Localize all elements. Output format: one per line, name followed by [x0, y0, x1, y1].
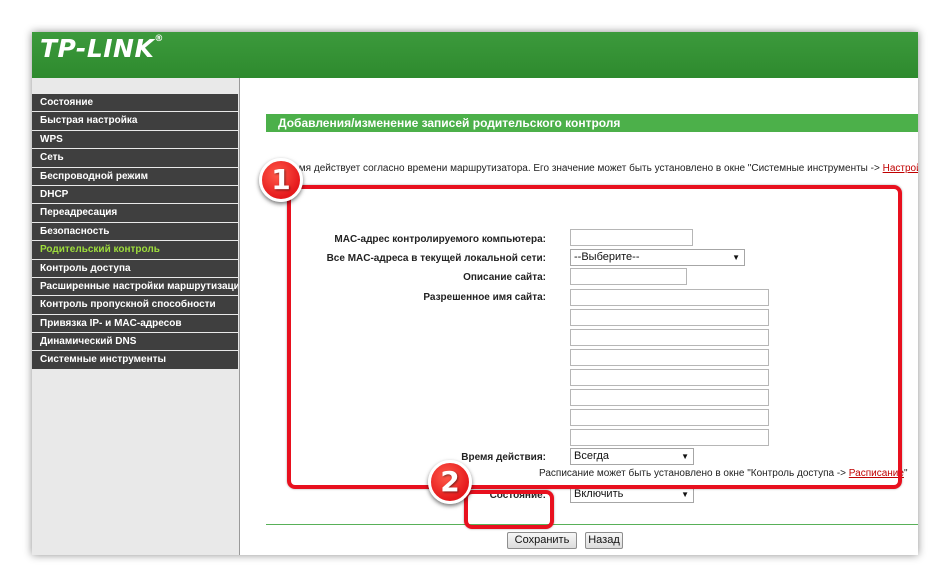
chevron-down-icon: ▼ — [681, 490, 689, 499]
sidebar-item[interactable]: Контроль доступа — [32, 259, 238, 277]
sidebar-item[interactable]: Системные инструменты — [32, 351, 238, 369]
time-info-text: Время действует согласно времени маршрут… — [281, 163, 918, 174]
time-settings-link[interactable]: Настройки времени — [883, 163, 918, 174]
sidebar-item[interactable]: Безопасность — [32, 222, 238, 241]
step-1-badge: 1 — [259, 158, 303, 202]
sidebar-item[interactable]: WPS — [32, 130, 238, 149]
sidebar-item[interactable]: Состояние — [32, 94, 238, 112]
sidebar-item[interactable]: Контроль пропускной способности — [32, 296, 238, 314]
page-title: Добавления/изменение записей родительско… — [266, 114, 918, 132]
save-button[interactable]: Сохранить — [507, 532, 577, 549]
header-bar: TP-LINK® — [32, 32, 918, 78]
form-highlight-box — [287, 185, 902, 489]
sidebar-item[interactable]: Быстрая настройка — [32, 112, 238, 130]
sidebar-item[interactable]: Привязка IP- и MAC-адресов — [32, 314, 238, 333]
step-2-badge: 2 — [428, 460, 472, 504]
tp-link-logo: TP-LINK® — [40, 34, 164, 63]
save-highlight-box — [464, 490, 554, 529]
sidebar-menu: Состояние Быстрая настройка WPS Сеть Беспров… — [32, 94, 238, 370]
sidebar-item[interactable]: Переадресация — [32, 204, 238, 222]
sidebar-item[interactable]: Сеть — [32, 149, 238, 167]
divider — [266, 524, 918, 525]
sidebar-item[interactable]: Беспроводной режим — [32, 167, 238, 185]
sidebar: Состояние Быстрая настройка WPS Сеть Беспров… — [32, 78, 240, 555]
sidebar-item[interactable]: Расширенные настройки маршрутизации — [32, 277, 238, 296]
sidebar-item[interactable]: Родительский контроль — [32, 241, 238, 259]
sidebar-item[interactable]: DHCP — [32, 185, 238, 204]
sidebar-item[interactable]: Динамический DNS — [32, 333, 238, 351]
back-button[interactable]: Назад — [585, 532, 623, 549]
